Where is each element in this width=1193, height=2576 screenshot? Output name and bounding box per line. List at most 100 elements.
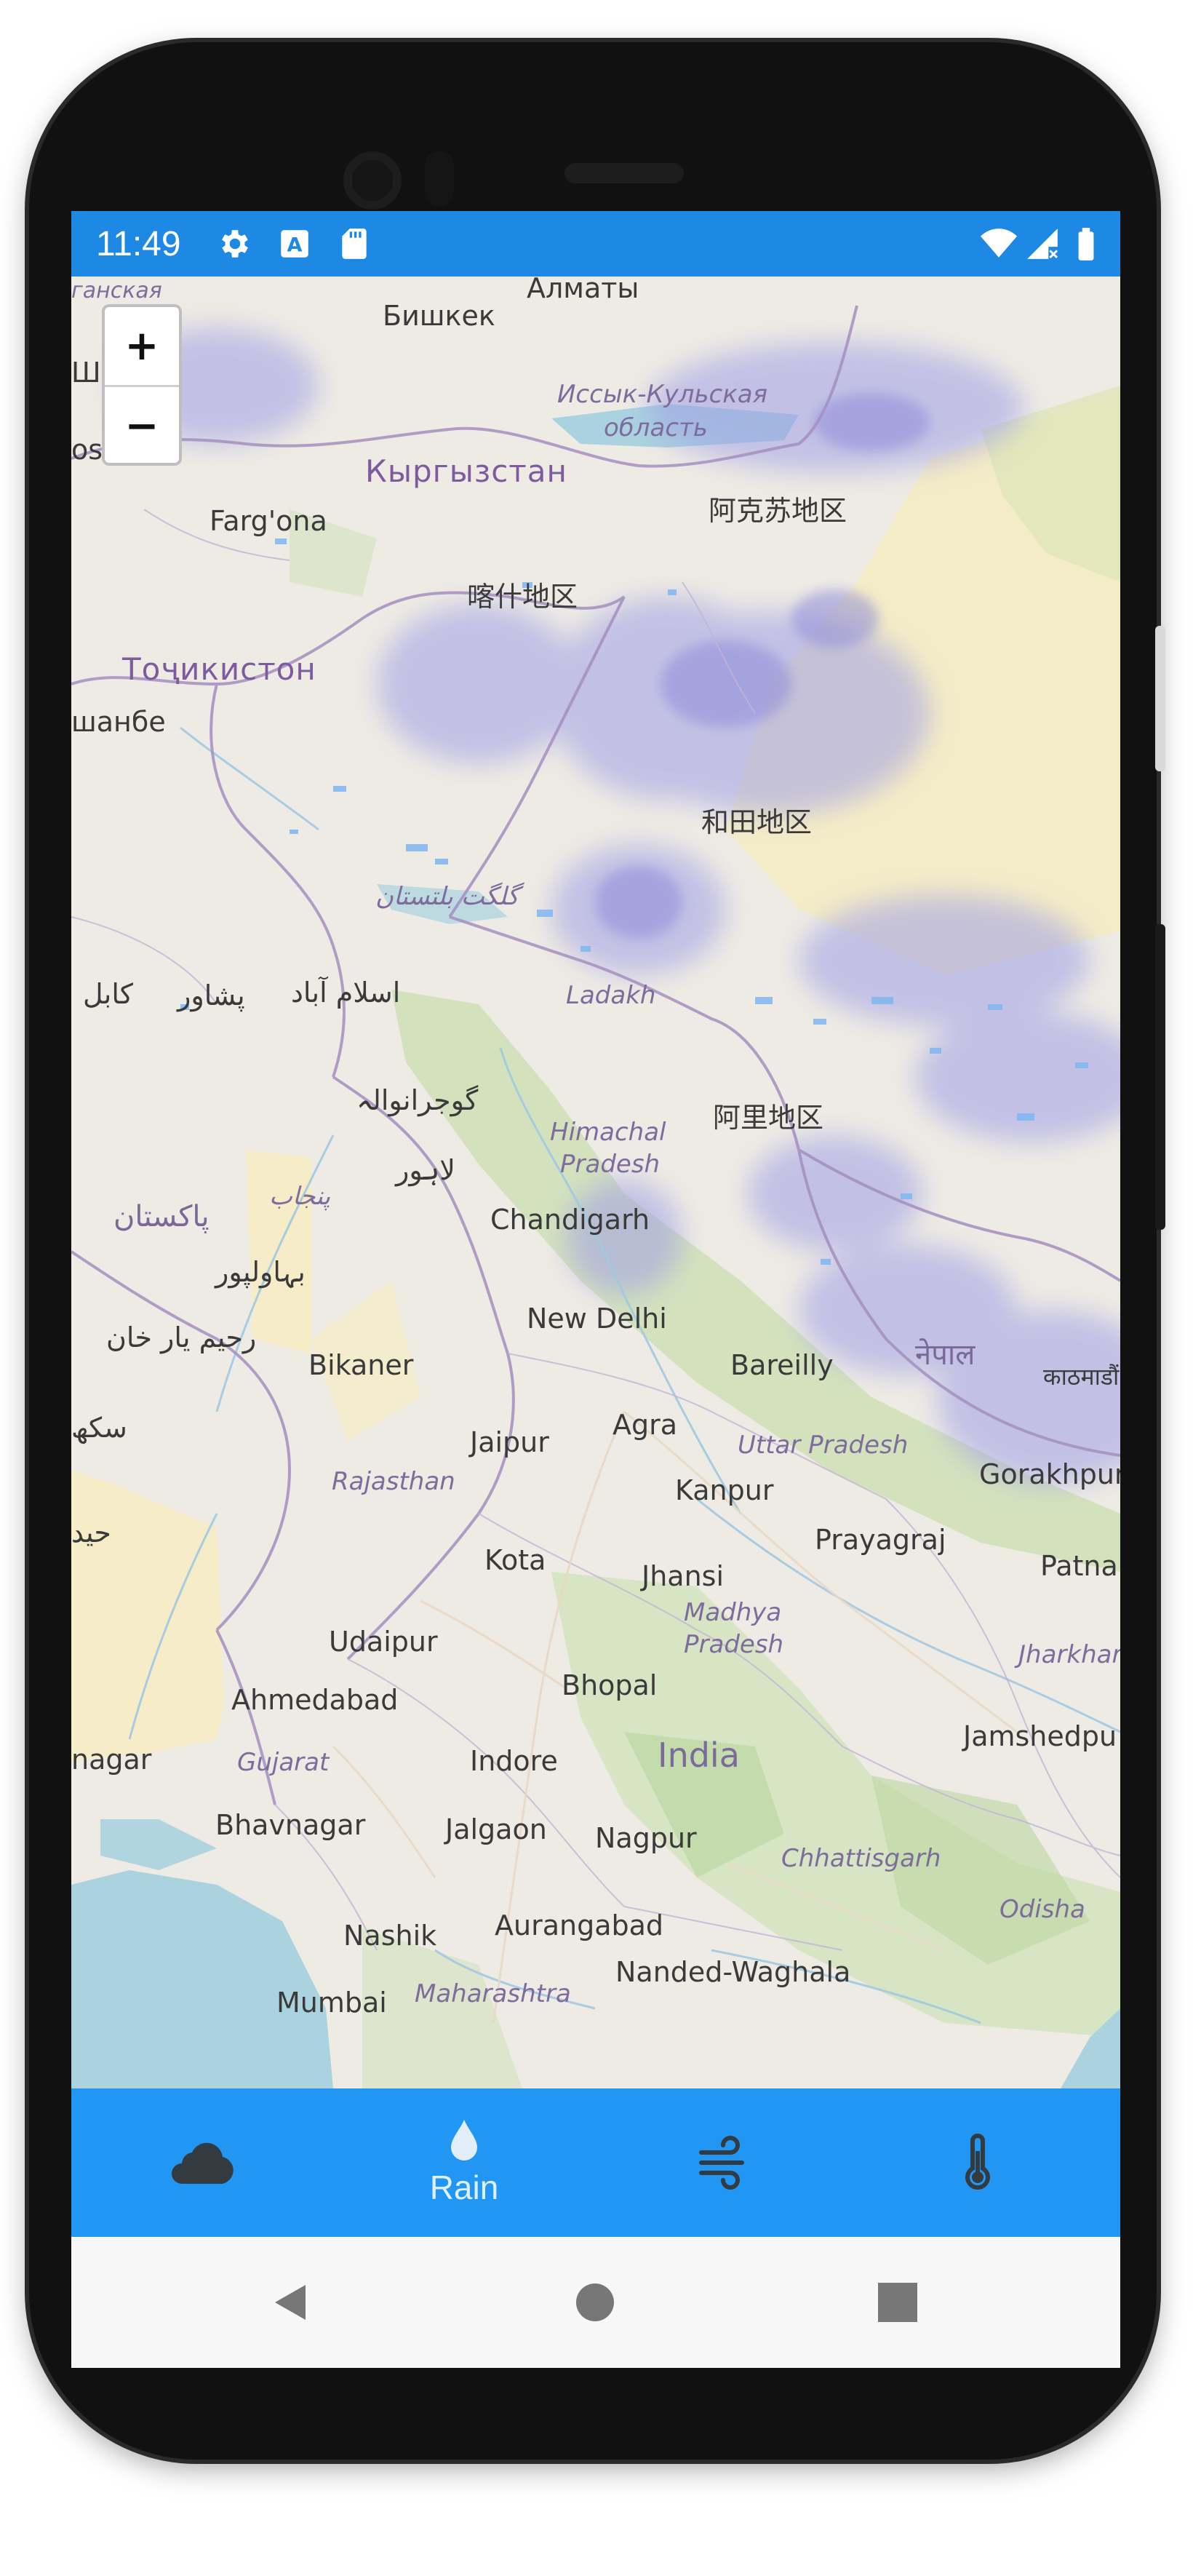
phone-screen: 11:49 A ганская Алматы Бишкек Ші Иссык-К…: [71, 211, 1120, 2368]
map-label-chandigarh: Chandigarh: [490, 1204, 650, 1236]
map-label-jhansi: Jhansi: [642, 1560, 725, 1592]
map-label-jamshedpur: Jamshedpu: [963, 1720, 1117, 1752]
map-label-kanpur: Kanpur: [675, 1474, 774, 1506]
map-label-kathmandu: काठमाडौं: [1043, 1363, 1120, 1391]
zoom-out-button[interactable]: −: [105, 387, 179, 463]
wifi-icon: [981, 228, 1017, 258]
map-label-nashik: Nashik: [343, 1920, 437, 1952]
map-label-tajikistan: Тоҷикистон: [122, 651, 316, 687]
zoom-control: + −: [102, 304, 182, 466]
map-label-rajasthan: Rajasthan: [332, 1467, 455, 1496]
home-button[interactable]: [566, 2273, 624, 2331]
map-label-himachal: Himachal: [550, 1118, 666, 1147]
nav-item-clouds[interactable]: [71, 2088, 333, 2237]
system-navigation-bar: [71, 2237, 1120, 2368]
map-label-prayagraj: Prayagraj: [815, 1524, 946, 1556]
zoom-in-button[interactable]: +: [105, 307, 179, 387]
map-label-bhopal: Bhopal: [562, 1669, 658, 1701]
map-label-islamabad: اسلام آباد: [291, 977, 401, 1009]
sd-card-icon: [342, 228, 367, 259]
nav-item-rain[interactable]: Rain: [333, 2088, 595, 2237]
map-label-punjab: پنجاب: [269, 1182, 331, 1211]
map-label-ngari: 阿里地区: [713, 1102, 824, 1134]
home-icon: [576, 2283, 614, 2321]
settings-icon: [222, 230, 248, 258]
map-label-sukkur: سکھ: [71, 1412, 127, 1444]
map-label-chhattisgarh: Chhattisgarh: [781, 1844, 941, 1873]
map-label-india: India: [658, 1736, 740, 1775]
raindrop-icon: [451, 2120, 477, 2160]
map-label-jalgaon: Jalgaon: [445, 1813, 547, 1845]
earpiece-speaker: [564, 163, 684, 183]
map-label-gilgit: گلگت بلتستان: [375, 882, 519, 911]
recents-icon: [878, 2283, 917, 2322]
map-label-fargona: Farg'ona: [210, 505, 327, 537]
recents-button[interactable]: [869, 2273, 927, 2331]
thermometer-icon: [965, 2134, 990, 2190]
map-label-odisha: Odisha: [1000, 1895, 1085, 1924]
map-label-kashgar: 喀什地区: [467, 581, 578, 613]
battery-icon: [1078, 228, 1094, 261]
map-label-kazakh-partial: ганская: [71, 278, 162, 303]
map-label-nanded: Nanded-Waghala: [615, 1956, 851, 1988]
map-label-hyderabad-pk: حید: [71, 1516, 111, 1549]
back-icon: [275, 2285, 306, 2320]
map-label-gorakhpur: Gorakhpur: [979, 1458, 1120, 1490]
map-label-ahmedabad: Ahmedabad: [231, 1684, 399, 1716]
map-label-aurangabad: Aurangabad: [495, 1909, 664, 1941]
map-label-new-delhi: New Delhi: [527, 1303, 667, 1335]
map-label-gujranwala: گوجرانوالہ: [356, 1084, 479, 1116]
map-label-uttar-pradesh: Uttar Pradesh: [738, 1431, 909, 1460]
map-label-agra: Agra: [613, 1409, 678, 1441]
map-label-bareilly: Bareilly: [730, 1349, 834, 1381]
status-time: 11:49: [96, 225, 181, 263]
text-a-icon: A: [281, 230, 308, 258]
map-label-udaipur: Udaipur: [329, 1626, 438, 1658]
map-label-rahim-yar-khan: رحیم یار خان: [106, 1321, 257, 1353]
map-label-kota: Kota: [484, 1544, 546, 1576]
wind-icon: [699, 2136, 744, 2190]
map-label-pradesh-m: Pradesh: [684, 1630, 784, 1659]
map-label-bahawalpur: بہاولپور: [215, 1256, 306, 1288]
map-label-kyrgyzstan: Кыргызстан: [365, 453, 567, 489]
map-label-jharkhand: Jharkhar: [1018, 1640, 1120, 1669]
signal-no-data-icon: [1027, 228, 1058, 259]
map-label-kabul: کابل: [83, 978, 134, 1010]
map-label-dushanbe: шанбе: [71, 706, 166, 738]
map-label-bikaner: Bikaner: [308, 1349, 414, 1381]
nav-item-temperature[interactable]: [847, 2088, 1109, 2237]
map-label-lahore: لاہور: [396, 1154, 455, 1186]
map-label-ladakh: Ladakh: [566, 981, 656, 1010]
weather-map[interactable]: ганская Алматы Бишкек Ші Иссык-Кульская …: [71, 277, 1120, 2088]
map-label-mumbai: Mumbai: [276, 1987, 387, 2019]
map-label-almaty: Алматы: [527, 277, 639, 304]
front-camera: [343, 151, 402, 210]
map-label-bhavnagar: Bhavnagar: [215, 1809, 366, 1841]
map-label-bishkek: Бишкек: [383, 300, 495, 332]
map-label-madhya: Madhya: [684, 1598, 782, 1627]
map-label-hotan: 和田地区: [701, 806, 813, 838]
map-label-aksu: 阿克苏地区: [709, 495, 847, 527]
map-label-gujarat: Gujarat: [237, 1748, 330, 1777]
nav-item-wind[interactable]: [594, 2088, 855, 2237]
map-label-oblast: область: [604, 413, 708, 442]
map-label-nagpur: Nagpur: [595, 1822, 697, 1854]
map-label-indore: Indore: [470, 1745, 558, 1777]
map-label-maharashtra: Maharashtra: [415, 1979, 571, 2008]
status-bar: 11:49 A: [71, 211, 1120, 277]
map-label-jaipur: Jaipur: [470, 1426, 549, 1458]
map-label-nagar: nagar: [71, 1744, 152, 1776]
proximity-sensor: [425, 151, 454, 207]
cloud-icon: [172, 2142, 234, 2184]
bottom-navigation: Rain: [71, 2088, 1120, 2237]
map-label-pakistan: پاکستان: [113, 1200, 210, 1233]
map-label-issyk-kul: Иссык-Кульская: [557, 380, 768, 409]
map-label-peshawar: پشاور: [177, 979, 245, 1011]
back-button[interactable]: [262, 2273, 320, 2331]
power-button: [1155, 626, 1165, 771]
map-label-patna: Patna: [1040, 1550, 1118, 1582]
nav-label-rain: Rain: [429, 2168, 499, 2206]
map-label-nepal: नेपाल: [915, 1338, 975, 1372]
volume-button: [1155, 924, 1165, 1230]
map-label-pradesh-h: Pradesh: [560, 1150, 661, 1179]
